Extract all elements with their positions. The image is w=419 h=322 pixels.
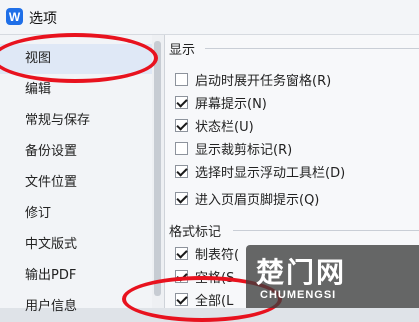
option-floating-toolbar[interactable]: 选择时显示浮动工具栏(D) (175, 162, 346, 181)
sidebar-item-chinese-layout[interactable]: 中文版式 (0, 230, 152, 260)
checkbox-spaces[interactable] (175, 269, 188, 283)
checkbox-screen-tips[interactable] (175, 95, 188, 109)
option-label: 显示裁剪标记(R) (195, 142, 293, 158)
checkbox-floating-toolbar[interactable] (175, 164, 188, 178)
checkbox-crop-marks[interactable] (175, 141, 188, 155)
checkbox-expand-task-pane[interactable] (175, 72, 188, 86)
sidebar-item-export-pdf[interactable]: 输出PDF (0, 261, 152, 291)
options-sidebar: 视图 编辑 常规与保存 备份设置 文件位置 修订 中文版式 输出PDF 用户信息 (0, 35, 153, 314)
watermark-text: 楚门网 (256, 256, 347, 289)
display-group-label: 显示 (169, 39, 200, 58)
option-label: 状态栏(U) (195, 119, 254, 135)
option-label: 启动时展开任务窗格(R) (195, 73, 332, 89)
option-expand-task-pane[interactable]: 启动时展开任务窗格(R) (175, 70, 332, 89)
watermark-subtext: CHUMENGSI (260, 289, 337, 301)
sidebar-item-user-info[interactable]: 用户信息 (0, 292, 152, 322)
option-label: 选择时显示浮动工具栏(D) (195, 165, 346, 181)
window-title: 选项 (29, 11, 57, 27)
sidebar-scrollbar[interactable] (152, 35, 165, 308)
checkbox-tab-chars[interactable] (175, 246, 188, 260)
sidebar-item-revision[interactable]: 修订 (0, 199, 152, 229)
option-spaces[interactable]: 空格(S (175, 267, 235, 286)
wps-logo-icon: W (6, 8, 23, 25)
option-label: 屏幕提示(N) (195, 96, 267, 112)
sidebar-item-view[interactable]: 视图 (0, 44, 152, 74)
sidebar-item-backup[interactable]: 备份设置 (0, 137, 152, 167)
option-label: 空格(S (195, 270, 235, 286)
format-marks-group-label: 格式标记 (169, 221, 226, 240)
option-crop-marks[interactable]: 显示裁剪标记(R) (175, 139, 293, 158)
display-group-divider (205, 48, 419, 49)
scrollbar-thumb[interactable] (154, 41, 161, 296)
option-tab-chars[interactable]: 制表符( (175, 244, 240, 263)
option-label: 进入页眉页脚提示(Q) (195, 192, 320, 208)
sidebar-item-general-save[interactable]: 常规与保存 (0, 106, 152, 136)
option-screen-tips[interactable]: 屏幕提示(N) (175, 93, 267, 112)
watermark-logo: 楚门网 CHUMENGSI (246, 245, 419, 308)
title-bar: W 选项 (0, 0, 419, 35)
option-label: 全部(L (195, 293, 234, 309)
sidebar-item-file-location[interactable]: 文件位置 (0, 168, 152, 198)
sidebar-item-edit[interactable]: 编辑 (0, 75, 152, 105)
checkbox-all-marks[interactable] (175, 292, 188, 306)
option-header-footer-tip[interactable]: 进入页眉页脚提示(Q) (175, 189, 320, 208)
checkbox-header-footer-tip[interactable] (175, 191, 188, 205)
format-marks-group-divider (233, 230, 419, 231)
option-label: 制表符( (195, 247, 240, 263)
option-all-marks[interactable]: 全部(L (175, 290, 234, 309)
checkbox-status-bar[interactable] (175, 118, 188, 132)
option-status-bar[interactable]: 状态栏(U) (175, 116, 254, 135)
